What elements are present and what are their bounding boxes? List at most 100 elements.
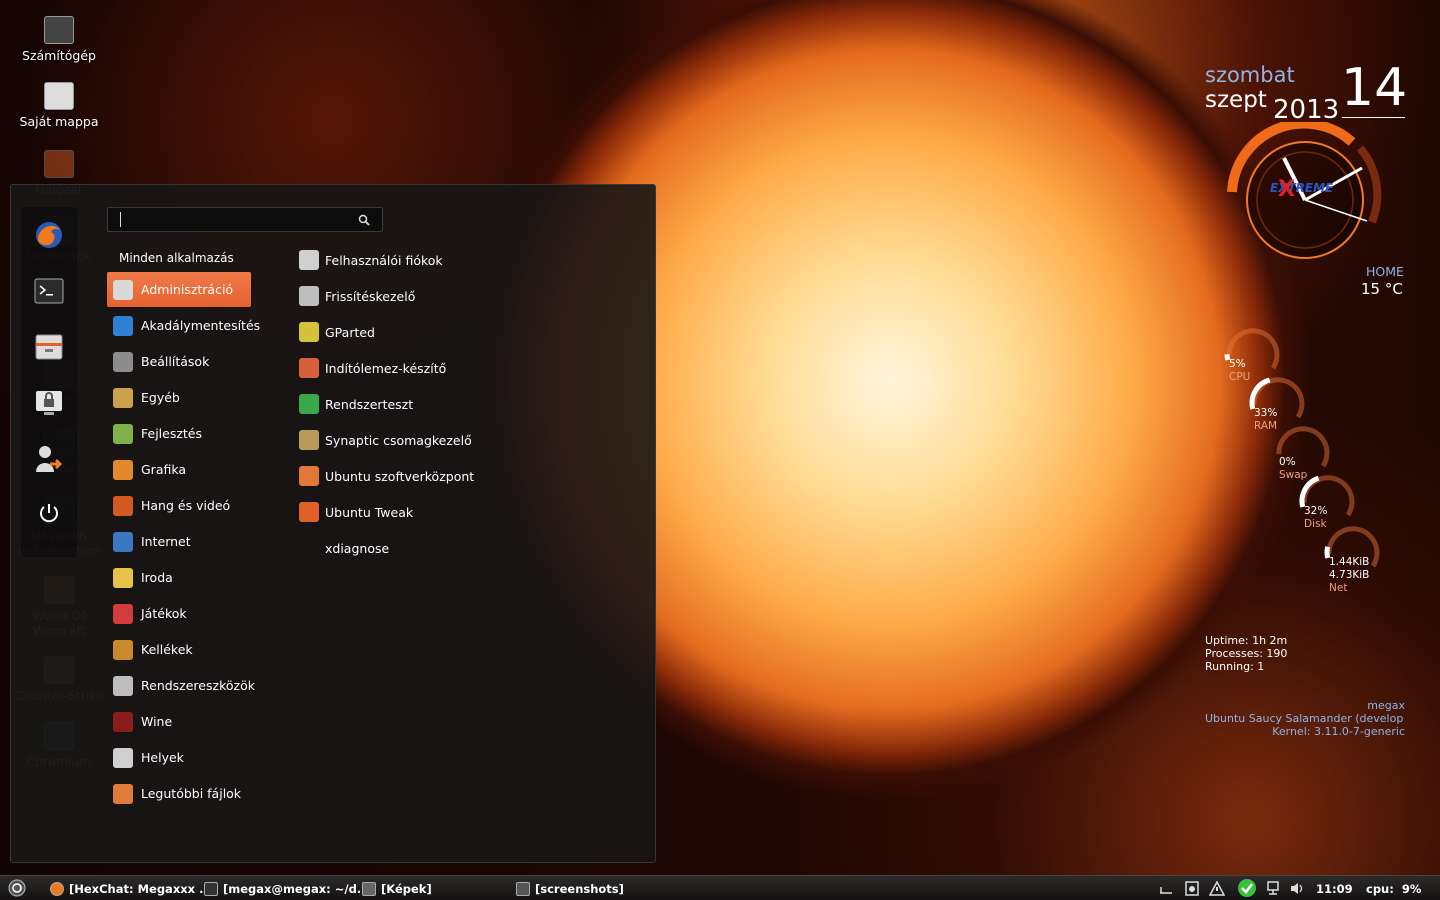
app-label: Ubuntu szoftverközpont — [325, 468, 475, 484]
lock-screen-icon[interactable] — [33, 387, 65, 419]
network-icon — [44, 150, 74, 178]
power-icon[interactable] — [33, 497, 65, 529]
category-icon — [113, 496, 133, 516]
taskbar-window-button[interactable]: [HexChat: Megaxxx ... — [50, 880, 212, 898]
desktop-icon[interactable]: Számítógép — [4, 16, 114, 63]
menu-category[interactable]: Beállítások — [107, 344, 251, 379]
category-label: Rendszereszközök — [141, 678, 255, 693]
app-label: Indítólemez-készítő — [325, 360, 447, 376]
conky-month: szept — [1205, 87, 1267, 113]
menu-app-item[interactable]: Felhasználói fiókok — [295, 243, 595, 277]
menu-app-item[interactable]: xdiagnose — [295, 531, 595, 565]
menu-category[interactable]: Fejlesztés — [107, 416, 251, 451]
category-icon — [113, 388, 133, 408]
category-icon — [113, 352, 133, 372]
all-applications-label[interactable]: Minden alkalmazás — [119, 251, 234, 265]
app-icon — [299, 430, 319, 450]
category-icon — [113, 676, 133, 696]
menu-category[interactable]: Wine — [107, 704, 251, 739]
menu-category[interactable]: Helyek — [107, 740, 251, 775]
meter-value: 1.44KiB — [1329, 556, 1370, 568]
network-icon[interactable] — [1265, 881, 1281, 896]
menu-category[interactable]: Egyéb — [107, 380, 251, 415]
logout-icon[interactable] — [33, 443, 65, 475]
category-icon — [113, 784, 133, 804]
app-icon — [299, 250, 319, 270]
category-label: Grafika — [141, 462, 187, 477]
category-label: Adminisztráció — [141, 282, 234, 297]
app-label: Frissítéskezelő — [325, 288, 416, 304]
category-label: Wine — [141, 714, 173, 729]
menu-category[interactable]: Akadálymentesítés — [107, 308, 260, 343]
menu-app-item[interactable]: Synaptic csomagkezelő — [295, 423, 595, 457]
category-label: Kellékek — [141, 642, 193, 657]
menu-category[interactable]: Legutóbbi fájlok — [107, 776, 251, 811]
menu-app-item[interactable]: Frissítéskezelő — [295, 279, 595, 313]
kernel-version: Kernel: 3.11.0-7-generic — [1272, 725, 1405, 738]
menu-app-item[interactable]: GParted — [295, 315, 595, 349]
category-label: Helyek — [141, 750, 184, 765]
category-icon — [113, 424, 133, 444]
menu-app-item[interactable]: Ubuntu szoftverközpont — [295, 459, 595, 493]
menu-app-item[interactable]: Rendszerteszt — [295, 387, 595, 421]
taskbar: [HexChat: Megaxxx ... [megax@megax: ~/d..… — [0, 875, 1440, 900]
app-label: Synaptic csomagkezelő — [325, 432, 472, 448]
meter-value: 5% — [1229, 358, 1246, 370]
shield-check-icon[interactable] — [1236, 878, 1258, 898]
meter-value: 33% — [1254, 407, 1278, 419]
uptime-text: Uptime: 1h 2m — [1205, 634, 1288, 647]
application-menu: Minden alkalmazás Adminisztráció Akadálym… — [10, 184, 656, 863]
menu-button[interactable] — [8, 879, 26, 897]
menu-app-item[interactable]: Indítólemez-készítő — [295, 351, 595, 385]
firefox-icon[interactable] — [33, 219, 65, 251]
terminal-icon — [204, 882, 218, 896]
text-cursor — [120, 212, 121, 227]
taskbar-window-button[interactable]: [megax@megax: ~/d... — [204, 880, 370, 898]
category-label: Legutóbbi fájlok — [141, 786, 242, 801]
clock[interactable]: 11:09 — [1316, 880, 1353, 898]
update-notifier-icon[interactable] — [1209, 881, 1225, 896]
volume-icon[interactable] — [1289, 881, 1305, 896]
conky-day: szombat — [1205, 63, 1295, 87]
desktop-icon-label: Saját mappa — [19, 114, 99, 129]
category-label: Internet — [141, 534, 191, 549]
taskbar-window-label: [HexChat: Megaxxx ... — [69, 882, 213, 896]
category-label: Akadálymentesítés — [141, 318, 261, 333]
menu-category[interactable]: Hang és videó — [107, 488, 251, 523]
cpu-indicator[interactable]: cpu: 9% — [1366, 880, 1421, 898]
meter-value-secondary: 4.73KiB — [1329, 569, 1370, 581]
clipboard-icon[interactable] — [1184, 881, 1200, 896]
menu-category[interactable]: Játékok — [107, 596, 251, 631]
show-desktop-icon[interactable] — [1158, 881, 1174, 896]
folder-icon — [362, 882, 376, 896]
taskbar-window-label: [megax@megax: ~/d... — [223, 882, 370, 896]
menu-category[interactable]: Kellékek — [107, 632, 251, 667]
app-icon — [299, 358, 319, 378]
menu-category[interactable]: Iroda — [107, 560, 251, 595]
desktop-icon[interactable]: Saját mappa — [4, 82, 114, 129]
meter-value: 0% — [1279, 456, 1296, 468]
menu-category[interactable]: Rendszereszközök — [107, 668, 255, 703]
category-label: Játékok — [141, 606, 187, 621]
menu-category[interactable]: Adminisztráció — [107, 272, 251, 307]
menu-category[interactable]: Grafika — [107, 452, 251, 487]
category-icon — [113, 316, 133, 336]
taskbar-window-label: [screenshots] — [535, 882, 624, 896]
os-name: Ubuntu Saucy Salamander (develop — [1205, 712, 1404, 725]
category-icon — [113, 748, 133, 768]
category-label: Egyéb — [141, 390, 180, 405]
menu-app-item[interactable]: Ubuntu Tweak — [295, 495, 595, 529]
terminal-icon[interactable] — [33, 275, 65, 307]
conky-date: 14 — [1341, 58, 1408, 118]
menu-category[interactable]: Internet — [107, 524, 251, 559]
category-label: Beállítások — [141, 354, 210, 369]
files-icon[interactable] — [33, 331, 65, 363]
search-input[interactable] — [107, 207, 383, 232]
taskbar-window-button[interactable]: [screenshots] — [516, 880, 624, 898]
taskbar-window-button[interactable]: [Képek] — [362, 880, 432, 898]
home-folder-icon — [44, 82, 74, 110]
search-icon[interactable] — [358, 214, 370, 226]
analog-clock: EXTREME X — [1227, 122, 1382, 259]
menu-logo-icon — [8, 879, 26, 897]
weather-location: HOME — [1366, 264, 1404, 279]
